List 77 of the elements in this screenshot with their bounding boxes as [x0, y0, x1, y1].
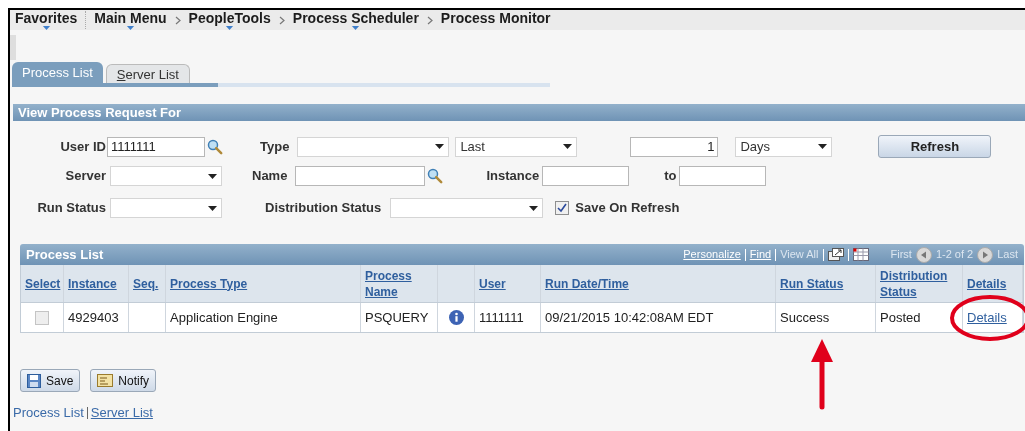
column-header[interactable]: User — [479, 275, 506, 292]
breadcrumb-item[interactable]: Process Scheduler — [292, 10, 419, 30]
menu-caret-icon — [225, 26, 235, 30]
checkbox-label: Save On Refresh — [575, 199, 680, 218]
grid-title: Process List — [26, 245, 104, 264]
panel-title: View Process Request For — [18, 103, 182, 122]
grid-link: Last — [997, 247, 1018, 263]
column-header[interactable]: Select — [25, 275, 61, 292]
field-label: Name — [252, 167, 288, 186]
field-label: Instance — [486, 167, 540, 186]
dropdown-caret-icon — [208, 173, 217, 179]
chevron-icon — [426, 15, 433, 25]
next-icon[interactable] — [977, 246, 994, 263]
refresh-button[interactable]: Refresh — [878, 135, 992, 158]
dropdown-caret-icon — [818, 144, 828, 149]
breadcrumb-item[interactable]: Favorites — [15, 10, 78, 30]
table-cell-text: PSQUERY — [365, 308, 429, 327]
previous-icon[interactable] — [915, 246, 932, 263]
tab[interactable]: Server List — [105, 64, 190, 83]
dropdown-caret-icon — [529, 205, 539, 211]
input-field[interactable]: 1 — [630, 136, 719, 157]
column-header[interactable]: Run Status — [780, 275, 844, 292]
dropdown-caret-icon — [435, 144, 445, 149]
dropdown-caret-icon — [563, 144, 573, 149]
grid-link: View All — [780, 247, 819, 263]
notify-button[interactable]: Notify — [90, 369, 157, 392]
dropdown[interactable]: Last — [455, 136, 578, 157]
side-handle — [10, 35, 16, 60]
table-cell-text: Posted — [880, 308, 921, 327]
column-header[interactable]: Instance — [68, 275, 117, 292]
menu-caret-icon — [125, 26, 135, 30]
lookup-field[interactable] — [295, 166, 426, 186]
footer-link[interactable]: Server List — [90, 403, 153, 423]
chevron-icon — [278, 15, 285, 25]
note-icon — [97, 374, 114, 387]
table-cell-text: 09/21/2015 10:42:08AM EDT — [545, 308, 714, 327]
tab[interactable]: Process List — [12, 62, 103, 83]
save-button[interactable]: Save — [20, 369, 81, 392]
lookup-field[interactable]: 1111111 — [107, 136, 205, 157]
footer-link[interactable]: Process List — [13, 403, 84, 423]
menu-caret-icon — [41, 26, 51, 30]
search-icon[interactable] — [427, 168, 444, 184]
field-label: Server — [64, 167, 106, 186]
table-cell-text: 4929403 — [68, 308, 119, 327]
breadcrumb-item[interactable]: PeopleTools — [188, 10, 271, 30]
checkbox[interactable] — [555, 201, 570, 215]
column-header[interactable]: Process Type — [170, 275, 248, 292]
menu-caret-icon — [351, 26, 361, 30]
field-label: Run Status — [36, 199, 106, 218]
new-window-icon[interactable] — [827, 248, 844, 261]
column-header[interactable]: Details — [967, 275, 1007, 292]
column-header[interactable]: Distribution Status — [880, 267, 958, 300]
field-label: User ID — [59, 137, 106, 156]
table-cell-text: Success — [780, 308, 830, 327]
field-label: Type — [260, 137, 290, 156]
table-cell-text: 1111111 — [479, 308, 524, 327]
input-field[interactable] — [542, 166, 630, 186]
details-link[interactable]: Details — [967, 307, 1007, 328]
annotation-arrow — [811, 339, 833, 410]
field-label: to — [664, 167, 677, 186]
column-header[interactable]: Run Date/Time — [545, 275, 629, 292]
grid-link: First — [890, 247, 912, 263]
column-header[interactable]: Seq. — [133, 275, 159, 292]
input-field[interactable] — [679, 166, 767, 186]
dropdown-caret-icon — [208, 205, 217, 211]
row-checkbox[interactable] — [35, 310, 49, 325]
search-icon[interactable] — [207, 138, 223, 155]
spreadsheet-icon[interactable] — [852, 248, 869, 261]
info-icon[interactable] — [448, 310, 464, 325]
breadcrumb-item[interactable]: Process Monitor — [440, 10, 551, 30]
chevron-icon — [174, 15, 181, 25]
field-label: Distribution Status — [265, 199, 382, 218]
breadcrumb-item[interactable]: Main Menu — [94, 10, 167, 30]
row-range: 1-2 of 2 — [935, 247, 974, 263]
table-cell-text: Application Engine — [170, 308, 278, 327]
column-header[interactable]: Process Name — [365, 267, 433, 300]
dropdown[interactable]: Days — [735, 136, 833, 157]
